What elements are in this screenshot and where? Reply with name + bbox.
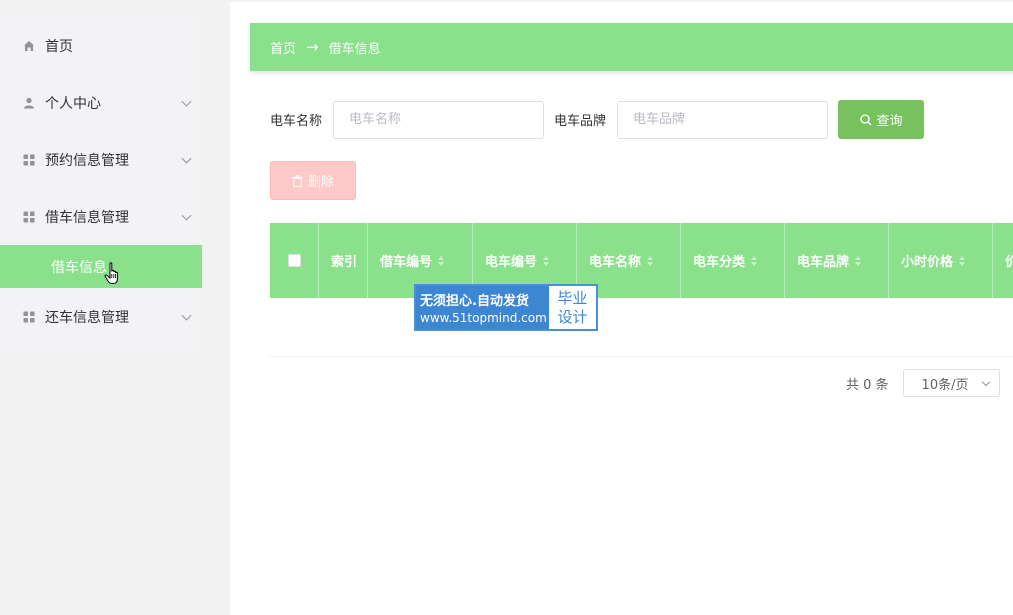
chevron-down-icon xyxy=(181,96,192,107)
sidebar-item-label: 个人中心 xyxy=(45,95,101,112)
sort-icon[interactable] xyxy=(855,255,862,266)
user-icon xyxy=(22,96,36,110)
delete-button-label: 删除 xyxy=(307,175,334,190)
sort-icon[interactable] xyxy=(959,255,966,266)
home-icon xyxy=(22,39,36,53)
search-icon xyxy=(859,113,872,126)
watermark-line1: 无须担心.自动发货 xyxy=(420,294,529,309)
arrow-right-icon: → xyxy=(306,38,319,56)
sidebar-item-borrow[interactable]: 借车信息管理 xyxy=(0,188,202,245)
sort-icon[interactable] xyxy=(438,255,445,266)
breadcrumb-current: 借车信息 xyxy=(328,41,381,57)
main-content: 首页 → 借车信息 电车名称 电车品牌 查询 删除 索引 xyxy=(230,0,1013,615)
breadcrumb-home[interactable]: 首页 xyxy=(270,38,296,57)
pagination-total: 共 0 条 xyxy=(846,377,889,393)
chevron-down-icon xyxy=(181,310,192,321)
delete-button[interactable]: 删除 xyxy=(270,161,356,200)
grid-icon xyxy=(22,310,36,324)
pagination: 共 0 条 10条/页 xyxy=(846,369,1000,397)
search-form: 电车名称 电车品牌 查询 xyxy=(270,100,925,139)
chevron-down-icon xyxy=(981,377,990,387)
watermark-line2: www.51topmind.com xyxy=(420,311,547,325)
sidebar-item-label: 还车信息管理 xyxy=(45,309,129,326)
brand-label: 电车品牌 xyxy=(554,114,607,129)
sidebar-subitem-label: 借车信息 xyxy=(51,259,107,276)
grid-icon xyxy=(22,153,36,167)
sidebar: 首页 个人中心 预约信息管理 借车信息管理 借车信息 还车信息管理 xyxy=(0,0,230,615)
sidebar-item-home[interactable]: 首页 xyxy=(0,17,202,74)
breadcrumb: 首页 → 借车信息 xyxy=(250,23,1013,71)
search-button[interactable]: 查询 xyxy=(838,100,925,139)
sidebar-item-label: 借车信息管理 xyxy=(45,209,129,226)
sidebar-item-return[interactable]: 还车信息管理 xyxy=(0,288,202,345)
column-header-index: 索引 xyxy=(319,223,368,298)
table-header: 索引 借车编号 电车编号 电车名称 电车分类 电车品牌 小时价格 价 xyxy=(270,223,1013,298)
sidebar-menu: 首页 个人中心 预约信息管理 借车信息管理 借车信息 还车信息管理 xyxy=(0,17,202,353)
column-header-price[interactable]: 价 xyxy=(993,223,1013,298)
sidebar-item-profile[interactable]: 个人中心 xyxy=(0,74,202,131)
column-header-hourly-price[interactable]: 小时价格 xyxy=(889,223,993,298)
search-button-label: 查询 xyxy=(876,114,903,129)
sidebar-subitem-borrow-info[interactable]: 借车信息 xyxy=(0,245,202,288)
data-table: 索引 借车编号 电车编号 电车名称 电车分类 电车品牌 小时价格 价 xyxy=(270,223,1013,357)
brand-input[interactable] xyxy=(617,100,829,139)
watermark-badge-line2: 设计 xyxy=(557,307,588,326)
name-input[interactable] xyxy=(333,100,545,139)
select-all-checkbox[interactable] xyxy=(287,254,301,267)
sort-icon[interactable] xyxy=(751,255,758,266)
trash-icon xyxy=(292,174,303,187)
grid-icon xyxy=(22,210,36,224)
hand-pointer-icon xyxy=(104,262,122,290)
chevron-down-icon xyxy=(181,153,192,164)
column-header-ebike-brand[interactable]: 电车品牌 xyxy=(785,223,889,298)
sidebar-item-label: 预约信息管理 xyxy=(45,152,129,169)
page-size-select[interactable]: 10条/页 xyxy=(902,369,1000,397)
sidebar-item-label: 首页 xyxy=(45,38,73,55)
watermark-logo: 无须担心.自动发货 www.51topmind.com 毕业 设计 xyxy=(414,284,598,331)
table-body-empty xyxy=(270,298,1013,357)
sidebar-item-reservation[interactable]: 预约信息管理 xyxy=(0,131,202,188)
select-all-checkbox-cell xyxy=(270,223,319,298)
sort-icon[interactable] xyxy=(543,255,550,266)
chevron-down-icon xyxy=(181,210,192,221)
sort-icon[interactable] xyxy=(647,255,654,266)
name-label: 电车名称 xyxy=(270,114,323,129)
column-header-ebike-category[interactable]: 电车分类 xyxy=(681,223,785,298)
watermark-badge-line1: 毕业 xyxy=(557,288,588,307)
page-size-value: 10条/页 xyxy=(921,377,969,393)
